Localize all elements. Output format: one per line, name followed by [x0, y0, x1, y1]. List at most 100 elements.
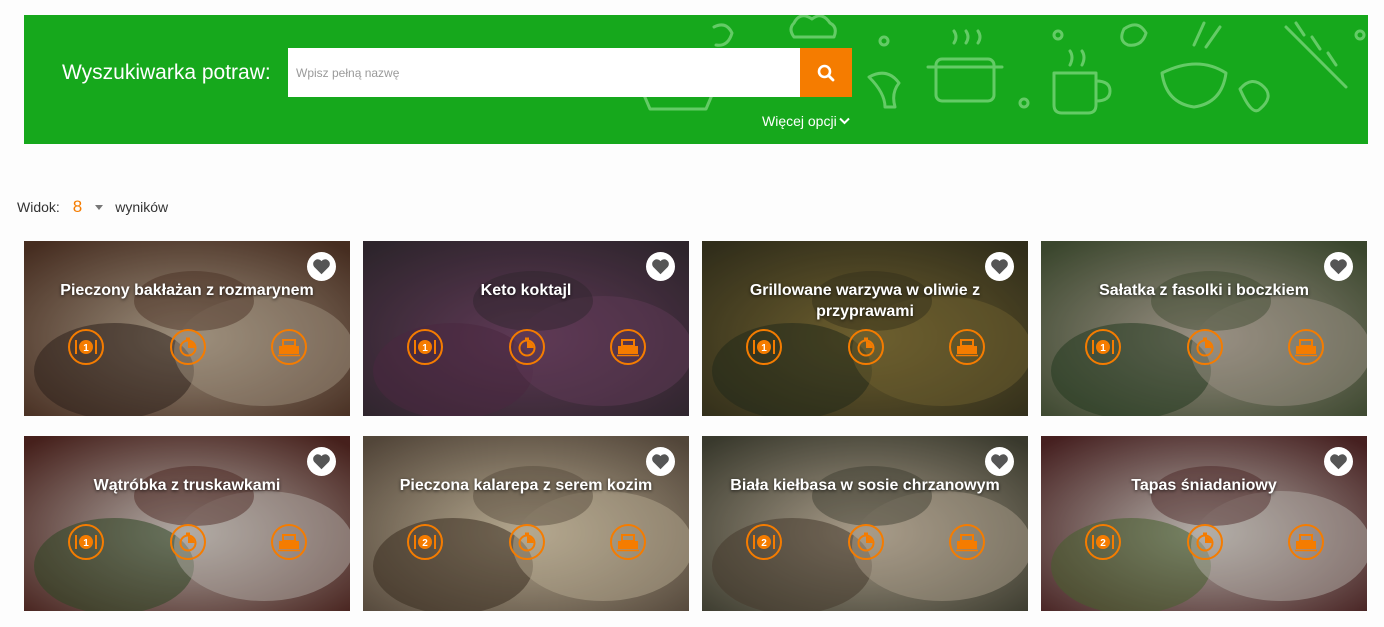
wallet-icon	[278, 534, 300, 552]
difficulty-level: 1	[422, 343, 428, 354]
heart-icon	[991, 454, 1008, 470]
heart-icon	[313, 259, 330, 275]
difficulty-icon: 2	[1092, 535, 1114, 549]
recipe-card[interactable]: Tapas śniadaniowy 2	[1041, 436, 1367, 611]
stopwatch-icon	[179, 337, 197, 357]
favorite-button[interactable]	[985, 252, 1014, 281]
time-badge	[170, 524, 206, 560]
search-button[interactable]	[800, 48, 852, 97]
wallet-icon	[1295, 339, 1317, 357]
difficulty-icon: 2	[753, 535, 775, 549]
favorite-button[interactable]	[1324, 447, 1353, 476]
time-badge	[848, 524, 884, 560]
favorite-button[interactable]	[646, 447, 675, 476]
difficulty-badge: 1	[68, 329, 104, 365]
cost-badge	[1288, 524, 1324, 560]
time-badge	[1187, 329, 1223, 365]
wallet-icon	[1295, 534, 1317, 552]
recipe-title: Biała kiełbasa w sosie chrzanowym	[730, 477, 1000, 494]
favorite-button[interactable]	[646, 252, 675, 281]
search-icon	[817, 64, 835, 81]
recipe-title: Sałatka z fasolki i boczkiem	[1099, 282, 1309, 299]
heart-icon	[313, 454, 330, 470]
difficulty-badge: 2	[746, 524, 782, 560]
time-badge	[509, 329, 545, 365]
difficulty-icon: 1	[75, 535, 97, 549]
cost-badge	[271, 524, 307, 560]
stopwatch-icon	[518, 337, 536, 357]
heart-icon	[1330, 259, 1347, 275]
stopwatch-icon	[857, 532, 875, 552]
recipe-card[interactable]: Wątróbka z truskawkami 1	[24, 436, 350, 611]
cost-badge	[271, 329, 307, 365]
heart-icon	[652, 259, 669, 275]
stopwatch-icon	[857, 337, 875, 357]
difficulty-badge: 1	[407, 329, 443, 365]
search-input[interactable]	[288, 48, 800, 97]
search-banner: Wyszukiwarka potraw: Więcej opcji	[24, 15, 1368, 144]
difficulty-badge: 2	[1085, 524, 1121, 560]
wallet-icon	[278, 339, 300, 357]
recipe-card[interactable]: Sałatka z fasolki i boczkiem 1	[1041, 241, 1367, 416]
favorite-button[interactable]	[307, 252, 336, 281]
cost-badge	[949, 524, 985, 560]
recipe-title: Keto koktajl	[480, 282, 572, 299]
time-badge	[1187, 524, 1223, 560]
recipe-card[interactable]: Keto koktajl 1	[363, 241, 689, 416]
difficulty-level: 2	[761, 538, 767, 549]
favorite-button[interactable]	[307, 447, 336, 476]
wallet-icon	[956, 339, 978, 357]
cost-badge	[1288, 329, 1324, 365]
time-badge	[509, 524, 545, 560]
difficulty-icon: 1	[75, 340, 97, 354]
difficulty-badge: 1	[746, 329, 782, 365]
results-per-page-selector: Widok: 8 wyników	[17, 196, 168, 218]
difficulty-badge: 2	[407, 524, 443, 560]
difficulty-icon: 1	[1092, 340, 1114, 354]
cost-badge	[949, 329, 985, 365]
recipe-card[interactable]: Pieczona kalarepa z serem kozim 2	[363, 436, 689, 611]
difficulty-level: 2	[422, 538, 428, 549]
heart-icon	[652, 454, 669, 470]
view-label: Widok:	[17, 199, 60, 215]
results-suffix-label: wyników	[115, 199, 169, 215]
search-label: Wyszukiwarka potraw:	[62, 61, 271, 84]
recipe-card[interactable]: Biała kiełbasa w sosie chrzanowym 2	[702, 436, 1028, 611]
time-badge	[170, 329, 206, 365]
difficulty-badge: 1	[68, 524, 104, 560]
stopwatch-icon	[1196, 532, 1214, 552]
recipe-card[interactable]: Grillowane warzywa w oliwie z przyprawam…	[702, 241, 1028, 416]
difficulty-level: 1	[83, 343, 89, 354]
recipe-title: Grillowane warzywa w oliwie z przyprawam…	[749, 282, 981, 320]
difficulty-icon: 2	[414, 535, 436, 549]
recipe-title: Tapas śniadaniowy	[1131, 477, 1277, 494]
time-badge	[848, 329, 884, 365]
recipe-card[interactable]: Pieczony bakłażan z rozmarynem 1	[24, 241, 350, 416]
wallet-icon	[617, 339, 639, 357]
more-options-toggle[interactable]: Więcej opcji	[762, 113, 850, 129]
cost-badge	[610, 329, 646, 365]
recipe-title: Wątróbka z truskawkami	[93, 477, 281, 494]
heart-icon	[991, 259, 1008, 275]
results-count-select[interactable]: 8	[73, 197, 82, 217]
favorite-button[interactable]	[1324, 252, 1353, 281]
favorite-button[interactable]	[985, 447, 1014, 476]
difficulty-level: 1	[761, 343, 767, 354]
wallet-icon	[956, 534, 978, 552]
difficulty-level: 1	[83, 538, 89, 549]
more-options-label: Więcej opcji	[762, 113, 837, 129]
recipe-title: Pieczony bakłażan z rozmarynem	[60, 282, 314, 299]
stopwatch-icon	[518, 532, 536, 552]
wallet-icon	[617, 534, 639, 552]
difficulty-level: 2	[1100, 538, 1106, 549]
stopwatch-icon	[179, 532, 197, 552]
dropdown-caret-icon[interactable]	[95, 204, 104, 210]
difficulty-icon: 1	[414, 340, 436, 354]
difficulty-level: 1	[1100, 343, 1106, 354]
difficulty-badge: 1	[1085, 329, 1121, 365]
cost-badge	[610, 524, 646, 560]
recipe-title: Pieczona kalarepa z serem kozim	[399, 477, 653, 494]
difficulty-icon: 1	[753, 340, 775, 354]
stopwatch-icon	[1196, 337, 1214, 357]
chevron-down-icon	[838, 117, 850, 125]
